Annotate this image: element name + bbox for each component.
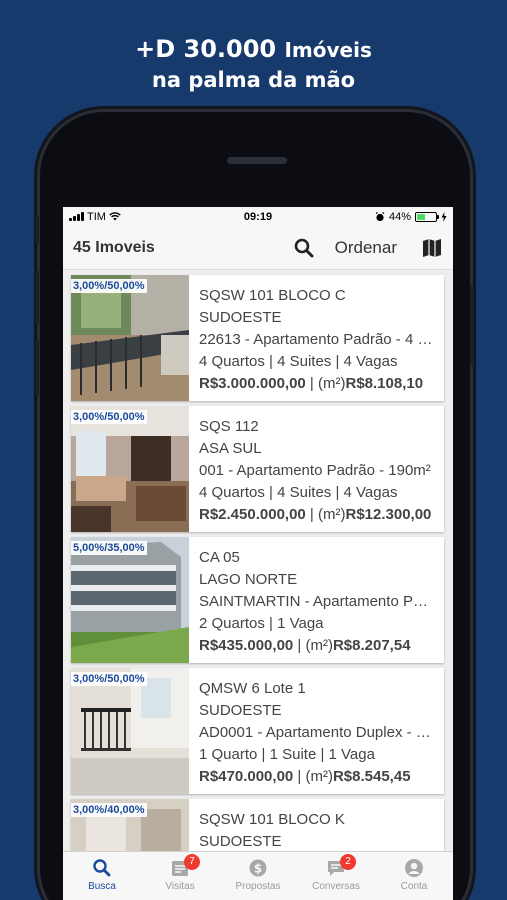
promo-headline: +D 30.000 Imóveis na palma da mão xyxy=(0,34,507,95)
conversas-badge: 2 xyxy=(340,854,356,870)
phone-volume-down xyxy=(35,340,39,395)
commission-badge: 3,00%/50,00% xyxy=(71,410,147,424)
listing-neighborhood: SUDOESTE xyxy=(199,702,282,719)
search-icon xyxy=(93,859,111,877)
svg-text:$: $ xyxy=(254,862,262,876)
signal-icon xyxy=(69,212,84,221)
listing-card[interactable]: 3,00%/50,00% SQSW 101 BLOCO C SUDOESTE 2… xyxy=(71,275,444,401)
listing-features: 4 Quartos | 4 Suites | 4 Vagas xyxy=(199,353,398,370)
phone-power-button xyxy=(470,285,474,365)
listing-card[interactable]: 3,00%/50,00% QMSW 6 Lote 1 SUDOESTE AD00… xyxy=(71,668,444,794)
listing-features: 1 Quarto | 1 Suite | 1 Vaga xyxy=(199,746,375,763)
listing-list: 3,00%/50,00% SQSW 101 BLOCO C SUDOESTE 2… xyxy=(63,270,453,900)
listing-title: QMSW 6 Lote 1 xyxy=(199,680,306,697)
tab-visitas[interactable]: 7 Visitas xyxy=(141,852,219,900)
listing-photo: 3,00%/50,00% xyxy=(71,668,189,794)
listing-price: R$435.000,00 | (m²)R$8.207,54 xyxy=(199,637,411,654)
battery-icon xyxy=(415,211,439,222)
listing-neighborhood: ASA SUL xyxy=(199,440,262,457)
commission-badge: 3,00%/50,00% xyxy=(71,672,147,686)
status-bar: TIM 09:19 44% xyxy=(63,207,453,226)
listing-neighborhood: SUDOESTE xyxy=(199,833,282,850)
listing-title: SQSW 101 BLOCO K xyxy=(199,811,345,828)
listing-card[interactable]: 5,00%/35,00% CA 05 LAGO NORTE SAINTMARTI… xyxy=(71,537,444,663)
listing-photo: 3,00%/50,00% xyxy=(71,406,189,532)
user-icon xyxy=(405,859,423,877)
listing-title: SQS 112 xyxy=(199,418,259,435)
sort-button[interactable]: Ordenar xyxy=(335,238,397,258)
tab-label: Conversas xyxy=(312,881,360,892)
carrier-label: TIM xyxy=(87,210,106,223)
phone-mute-switch xyxy=(35,215,39,243)
listing-photo: 5,00%/35,00% xyxy=(71,537,189,663)
alarm-icon xyxy=(375,211,385,221)
listing-features: 4 Quartos | 4 Suites | 4 Vagas xyxy=(199,484,398,501)
listing-photo: 3,00%/50,00% xyxy=(71,275,189,401)
listing-title: CA 05 xyxy=(199,549,240,566)
promo-subline: na palma da mão xyxy=(151,68,356,92)
map-icon[interactable] xyxy=(421,237,443,259)
promo-count: +D 30.000 xyxy=(135,35,277,63)
tab-label: Busca xyxy=(88,881,116,892)
listing-description: SAINTMARTIN - Apartamento Padrão xyxy=(199,593,436,610)
listing-price: R$3.000.000,00 | (m²)R$8.108,10 xyxy=(199,375,424,392)
listing-description: AD0001 - Apartamento Duplex - 55m² xyxy=(199,724,436,741)
dollar-icon: $ xyxy=(249,859,267,877)
promo-unit: Imóveis xyxy=(284,38,372,62)
tab-label: Propostas xyxy=(235,881,281,892)
commission-badge: 3,00%/40,00% xyxy=(71,803,147,817)
listing-neighborhood: LAGO NORTE xyxy=(199,571,298,588)
tab-conversas[interactable]: 2 Conversas xyxy=(297,852,375,900)
tab-label: Visitas xyxy=(165,881,195,892)
commission-badge: 5,00%/35,00% xyxy=(71,541,147,555)
listing-card[interactable]: 3,00%/50,00% SQS 112 ASA SUL 001 - Apart… xyxy=(71,406,444,532)
wifi-icon xyxy=(109,212,121,221)
tab-bar: Busca 7 Visitas $ Propostas 2 Conversas xyxy=(63,851,453,900)
listing-description: 22613 - Apartamento Padrão - 4 Quartos xyxy=(199,331,436,348)
commission-badge: 3,00%/50,00% xyxy=(71,279,147,293)
nav-bar: 45 Imoveis Ordenar xyxy=(63,226,453,270)
results-count: 45 Imoveis xyxy=(73,238,155,256)
charging-icon xyxy=(441,211,447,222)
phone-volume-up xyxy=(35,270,39,325)
visitas-badge: 7 xyxy=(184,854,200,870)
tab-busca[interactable]: Busca xyxy=(63,852,141,900)
listing-features: 2 Quartos | 1 Vaga xyxy=(199,615,324,632)
tab-propostas[interactable]: $ Propostas xyxy=(219,852,297,900)
listing-description: 001 - Apartamento Padrão - 190m² xyxy=(199,462,431,479)
search-icon[interactable] xyxy=(293,237,315,259)
listing-price: R$2.450.000,00 | (m²)R$12.300,00 xyxy=(199,506,432,523)
app-screen: TIM 09:19 44% 45 Imoveis Ordenar 3,00%/5… xyxy=(63,207,453,900)
listing-neighborhood: SUDOESTE xyxy=(199,309,282,326)
battery-percent: 44% xyxy=(388,210,411,223)
tab-label: Conta xyxy=(400,881,428,892)
listing-price: R$470.000,00 | (m²)R$8.545,45 xyxy=(199,768,411,785)
tab-conta[interactable]: Conta xyxy=(375,852,453,900)
phone-speaker xyxy=(227,157,287,164)
listing-title: SQSW 101 BLOCO C xyxy=(199,287,346,304)
